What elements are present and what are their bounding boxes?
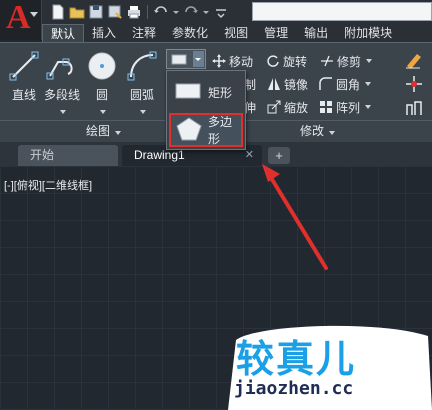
- watermark-url: jiaozhen.cc: [234, 378, 354, 399]
- watermark-logo-text: 较真儿: [236, 337, 357, 381]
- rectangle-menu-item[interactable]: 矩形: [169, 75, 243, 109]
- polygon-menu-item[interactable]: 多边形: [169, 113, 243, 147]
- rectangle-label: 矩形: [208, 85, 233, 100]
- rectangle-icon: [174, 81, 202, 104]
- polygon-label: 多边形: [208, 115, 233, 146]
- rectangle-polygon-dropdown: 矩形 多边形: [166, 70, 246, 150]
- polygon-icon: [176, 116, 202, 144]
